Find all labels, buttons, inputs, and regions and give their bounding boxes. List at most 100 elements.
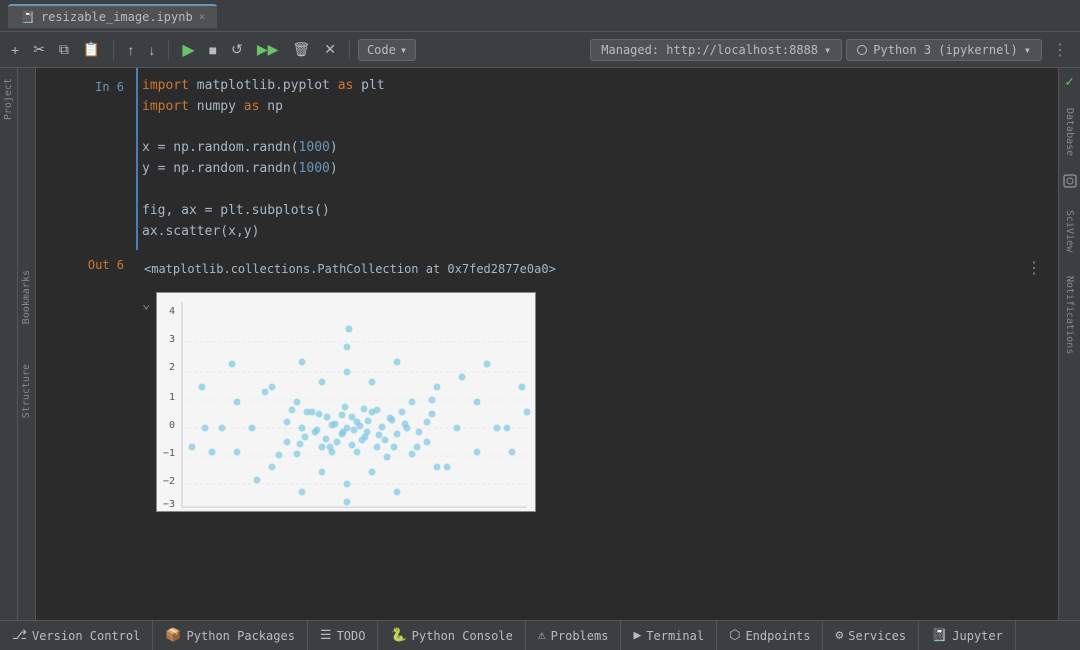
code-line-1: import matplotlib.pyplot as plt xyxy=(142,76,1046,97)
kernel-status-icon xyxy=(857,45,867,55)
notebook-tab-icon: 📓 xyxy=(20,10,35,24)
paste-button[interactable]: 📋 xyxy=(78,38,105,61)
cell-type-dropdown[interactable]: Code ▾ xyxy=(358,39,416,61)
url-chevron-icon: ▾ xyxy=(824,43,831,57)
bookmarks-sidebar: Bookmarks Structure xyxy=(18,68,36,620)
status-jupyter[interactable]: 📓 Jupyter xyxy=(919,621,1016,650)
scatter-plot: 4 3 2 1 0 −1 −2 −3 xyxy=(156,292,536,512)
todo-label: TODO xyxy=(337,629,366,643)
move-down-button[interactable]: ↓ xyxy=(143,39,160,61)
structure-label[interactable]: Structure xyxy=(21,364,32,418)
stop-button[interactable]: ■ xyxy=(204,39,222,61)
copy-button[interactable]: ⧉ xyxy=(54,38,74,61)
code-line-6: ax.scatter(x,y) xyxy=(142,222,1046,243)
cell-in-label: In 6 xyxy=(36,68,136,250)
kernel-label: Python 3 (ipykernel) xyxy=(873,43,1018,57)
toolbar-more-button[interactable]: ⋮ xyxy=(1046,37,1074,62)
services-icon: ⚙ xyxy=(835,628,843,643)
problems-label: Problems xyxy=(551,629,609,643)
plot-container: ⌄ 4 3 2 1 0 −1 −2 −3 xyxy=(136,288,536,520)
python-packages-label: Python Packages xyxy=(187,629,295,643)
problems-icon: ⚠ xyxy=(538,628,546,643)
sciview-icon[interactable] xyxy=(1059,168,1080,198)
endpoints-icon: ⬡ xyxy=(729,628,740,643)
plot-gutter xyxy=(36,288,136,520)
clear-button[interactable]: 🗑 xyxy=(287,38,315,61)
notebook-tab-label: resizable_image.ipynb xyxy=(41,10,193,24)
kernel-dropdown[interactable]: Python 3 (ipykernel) ▾ xyxy=(846,39,1042,61)
right-sidebar: ✓ Database SciView Notifications xyxy=(1058,68,1080,620)
svg-text:3: 3 xyxy=(169,334,175,345)
cell-code-block[interactable]: import matplotlib.pyplot as plt import n… xyxy=(136,68,1058,250)
code-line-4: y = np.random.randn(1000) xyxy=(142,159,1046,180)
svg-text:−3: −3 xyxy=(163,499,175,510)
notebook-tab[interactable]: 📓 resizable_image.ipynb × xyxy=(8,4,217,28)
code-line-blank2 xyxy=(142,180,1046,201)
code-line-3: x = np.random.randn(1000) xyxy=(142,138,1046,159)
status-todo[interactable]: ☰ TODO xyxy=(308,621,379,650)
main-area: Project Bookmarks Structure In 6 import … xyxy=(0,68,1080,620)
output-text-content: <matplotlib.collections.PathCollection a… xyxy=(136,250,1010,288)
version-control-label: Version Control xyxy=(32,629,140,643)
chevron-down-icon: ▾ xyxy=(400,43,407,57)
svg-text:1: 1 xyxy=(169,392,175,403)
svg-text:2: 2 xyxy=(169,362,175,373)
status-terminal[interactable]: ▶ Terminal xyxy=(621,621,717,650)
sep3 xyxy=(349,40,350,60)
output-text-row: Out 6 <matplotlib.collections.PathCollec… xyxy=(36,250,1058,288)
server-url-dropdown[interactable]: Managed: http://localhost:8888 ▾ xyxy=(590,39,842,61)
cell-out-label: Out 6 xyxy=(36,250,136,288)
move-up-button[interactable]: ↑ xyxy=(122,39,139,61)
svg-text:4: 4 xyxy=(169,306,175,317)
left-sidebar: Project xyxy=(0,68,18,620)
terminal-label: Terminal xyxy=(646,629,704,643)
status-endpoints[interactable]: ⬡ Endpoints xyxy=(717,621,823,650)
close-tab-button[interactable]: × xyxy=(199,10,206,23)
svg-text:0: 0 xyxy=(169,420,175,431)
input-cell: In 6 import matplotlib.pyplot as plt imp… xyxy=(36,68,1058,250)
title-bar: 📓 resizable_image.ipynb × xyxy=(0,0,1080,32)
collapse-plot-icon[interactable]: ⌄ xyxy=(136,292,156,316)
code-line-5: fig, ax = plt.subplots() xyxy=(142,201,1046,222)
bookmarks-label[interactable]: Bookmarks xyxy=(21,270,32,324)
sep1 xyxy=(113,40,114,60)
status-python-packages[interactable]: 📦 Python Packages xyxy=(153,621,308,650)
notebook-content[interactable]: In 6 import matplotlib.pyplot as plt imp… xyxy=(36,68,1058,620)
code-line-2: import numpy as np xyxy=(142,97,1046,118)
svg-text:−2: −2 xyxy=(163,476,175,487)
add-cell-button[interactable]: + xyxy=(6,39,24,61)
status-python-console[interactable]: 🐍 Python Console xyxy=(378,621,525,650)
svg-text:−1: −1 xyxy=(163,448,175,459)
sciview-sidebar-item[interactable]: SciView xyxy=(1060,198,1079,264)
services-label: Services xyxy=(848,629,906,643)
status-problems[interactable]: ⚠ Problems xyxy=(526,621,622,650)
scatter-points xyxy=(189,326,531,506)
check-icon: ✓ xyxy=(1061,68,1077,96)
python-console-icon: 🐍 xyxy=(390,628,406,643)
plot-row: ⌄ 4 3 2 1 0 −1 −2 −3 xyxy=(36,288,1058,520)
run-all-button[interactable]: ▶▶ xyxy=(252,38,284,61)
cut-button[interactable]: ✂ xyxy=(28,38,50,61)
scatter-svg: 4 3 2 1 0 −1 −2 −3 xyxy=(157,292,535,512)
run-button[interactable]: ▶ xyxy=(177,37,199,63)
server-url-label: Managed: http://localhost:8888 xyxy=(601,43,818,57)
status-services[interactable]: ⚙ Services xyxy=(823,621,919,650)
cell-type-label: Code xyxy=(367,43,396,57)
jupyter-label: Jupyter xyxy=(952,629,1003,643)
kernel-chevron-icon: ▾ xyxy=(1024,43,1031,57)
restart-button[interactable]: ↺ xyxy=(226,38,248,61)
sep2 xyxy=(168,40,169,60)
todo-icon: ☰ xyxy=(320,628,332,643)
code-line-blank1 xyxy=(142,118,1046,139)
endpoints-label: Endpoints xyxy=(745,629,810,643)
sidebar-project-label[interactable]: Project xyxy=(0,68,17,130)
python-packages-icon: 📦 xyxy=(165,628,181,643)
notifications-sidebar-item[interactable]: Notifications xyxy=(1060,264,1079,366)
version-control-icon: ⎇ xyxy=(12,628,27,643)
output-more-button[interactable]: ⋮ xyxy=(1010,250,1058,285)
output-area: Out 6 <matplotlib.collections.PathCollec… xyxy=(36,250,1058,520)
status-version-control[interactable]: ⎇ Version Control xyxy=(0,621,153,650)
python-console-label: Python Console xyxy=(412,629,513,643)
close-button[interactable]: ✕ xyxy=(319,38,341,61)
database-sidebar-item[interactable]: Database xyxy=(1060,96,1079,168)
